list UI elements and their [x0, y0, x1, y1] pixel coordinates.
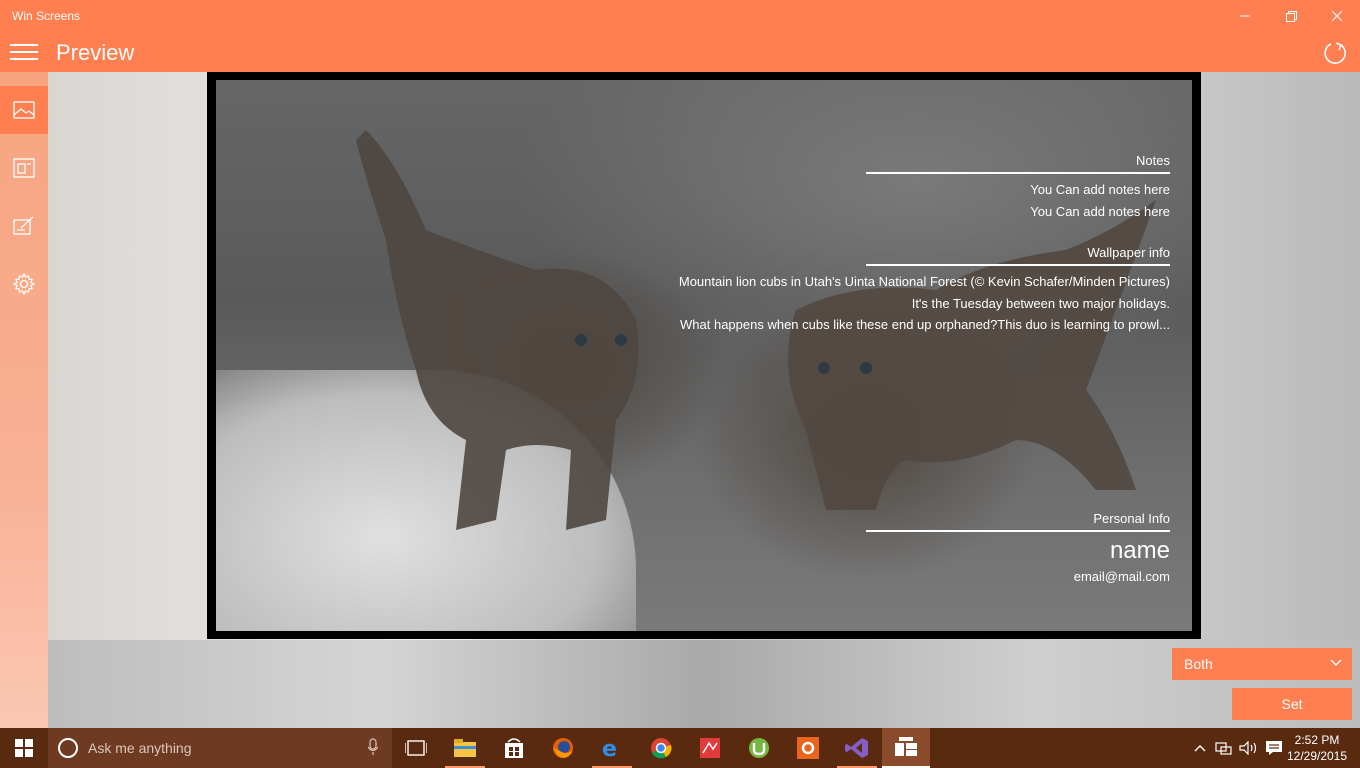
- taskbar: Ask me anything e 2:52 PM 12/29/2015: [0, 728, 1360, 768]
- task-view-icon: [405, 740, 427, 756]
- note-line: You Can add notes here: [1030, 182, 1170, 197]
- search-placeholder: Ask me anything: [88, 740, 192, 756]
- utorrent-button[interactable]: [735, 728, 783, 768]
- firefox-icon: [553, 738, 573, 758]
- title-bar: Win Screens: [0, 0, 1360, 32]
- app-header: Preview: [0, 32, 1360, 72]
- window-title: Win Screens: [12, 9, 81, 23]
- refresh-icon: [1324, 42, 1346, 64]
- volume-button[interactable]: [1237, 728, 1261, 768]
- blurred-background-bottom: [48, 640, 1360, 728]
- settings-app-button[interactable]: [784, 728, 832, 768]
- chevron-up-icon: [1194, 745, 1206, 752]
- windows-logo-icon: [15, 739, 33, 757]
- firefox-button[interactable]: [539, 728, 587, 768]
- gear-icon: [13, 273, 35, 295]
- task-view-button[interactable]: [392, 728, 440, 768]
- minimize-button[interactable]: [1222, 0, 1268, 32]
- win-screens-taskbar-button[interactable]: [882, 728, 930, 768]
- action-center-button[interactable]: [1262, 728, 1286, 768]
- notes-divider: [866, 172, 1170, 174]
- cortana-icon: [58, 738, 78, 758]
- edge-icon: e: [602, 737, 617, 759]
- nav-item-edit[interactable]: [0, 202, 48, 250]
- chrome-icon: [651, 738, 672, 759]
- pdf-icon: [700, 738, 720, 758]
- cub-illustration-left: [356, 130, 639, 530]
- wallpaper-target-value: Both: [1184, 656, 1213, 672]
- wallpaper-info-line: It's the Tuesday between two major holid…: [911, 296, 1170, 311]
- cub-illustration-right: [788, 200, 1156, 510]
- volume-icon: [1239, 741, 1257, 755]
- store-icon: [505, 738, 523, 758]
- network-button[interactable]: [1212, 728, 1236, 768]
- visual-studio-icon: [845, 738, 868, 758]
- cortana-search-box[interactable]: Ask me anything: [48, 728, 392, 768]
- restore-icon: [1285, 10, 1297, 22]
- image-icon: [13, 101, 35, 119]
- edge-button[interactable]: e: [588, 728, 636, 768]
- close-button[interactable]: [1314, 0, 1360, 32]
- file-explorer-button[interactable]: [441, 728, 489, 768]
- network-icon: [1215, 742, 1232, 755]
- wallpaper-info-heading: Wallpaper info: [1087, 245, 1170, 260]
- note-line: You Can add notes here: [1030, 204, 1170, 219]
- nav-item-settings[interactable]: [0, 260, 48, 308]
- layout-icon: [13, 158, 35, 178]
- edit-icon: [13, 216, 34, 235]
- wallpaper-info-divider: [866, 264, 1170, 266]
- chevron-down-icon: [1330, 659, 1342, 666]
- set-button[interactable]: Set: [1232, 688, 1352, 720]
- refresh-button[interactable]: [1322, 40, 1348, 66]
- win-screens-icon: [895, 737, 917, 756]
- chrome-button[interactable]: [637, 728, 685, 768]
- utorrent-icon: [749, 738, 769, 758]
- clock-time: 2:52 PM: [1294, 733, 1340, 747]
- personal-info-divider: [866, 530, 1170, 532]
- restore-button[interactable]: [1268, 0, 1314, 32]
- personal-info-heading: Personal Info: [1093, 511, 1170, 526]
- settings-app-icon: [797, 737, 819, 759]
- folder-icon: [454, 739, 476, 757]
- microphone-icon[interactable]: [368, 738, 378, 756]
- system-clock[interactable]: 2:52 PM 12/29/2015: [1286, 732, 1348, 764]
- close-icon: [1332, 11, 1342, 21]
- hamburger-icon: [10, 44, 38, 60]
- show-hidden-icons-button[interactable]: [1190, 728, 1210, 768]
- left-navigation: [0, 72, 48, 728]
- notes-heading: Notes: [1136, 153, 1170, 168]
- personal-email: email@mail.com: [1073, 569, 1170, 584]
- nav-item-preview[interactable]: [0, 86, 48, 134]
- page-title: Preview: [56, 40, 135, 65]
- wallpaper-info-line: Mountain lion cubs in Utah's Uinta Natio…: [678, 274, 1170, 289]
- store-button[interactable]: [490, 728, 538, 768]
- hamburger-menu-button[interactable]: [0, 32, 48, 72]
- svg-text:e: e: [602, 737, 617, 759]
- nav-item-layout[interactable]: [0, 144, 48, 192]
- clock-date: 12/29/2015: [1286, 749, 1348, 763]
- wallpaper-preview-frame: Notes You Can add notes here You Can add…: [207, 72, 1201, 639]
- notification-icon: [1266, 741, 1282, 755]
- visual-studio-button[interactable]: [833, 728, 881, 768]
- wallpaper-info-line: What happens when cubs like these end up…: [680, 317, 1170, 332]
- start-button[interactable]: [0, 728, 48, 768]
- wallpaper-target-select[interactable]: Both: [1172, 648, 1352, 680]
- pdf-app-button[interactable]: [686, 728, 734, 768]
- minimize-icon: [1240, 15, 1250, 17]
- wallpaper-preview-image: Notes You Can add notes here You Can add…: [216, 80, 1192, 631]
- personal-name: name: [1109, 537, 1170, 564]
